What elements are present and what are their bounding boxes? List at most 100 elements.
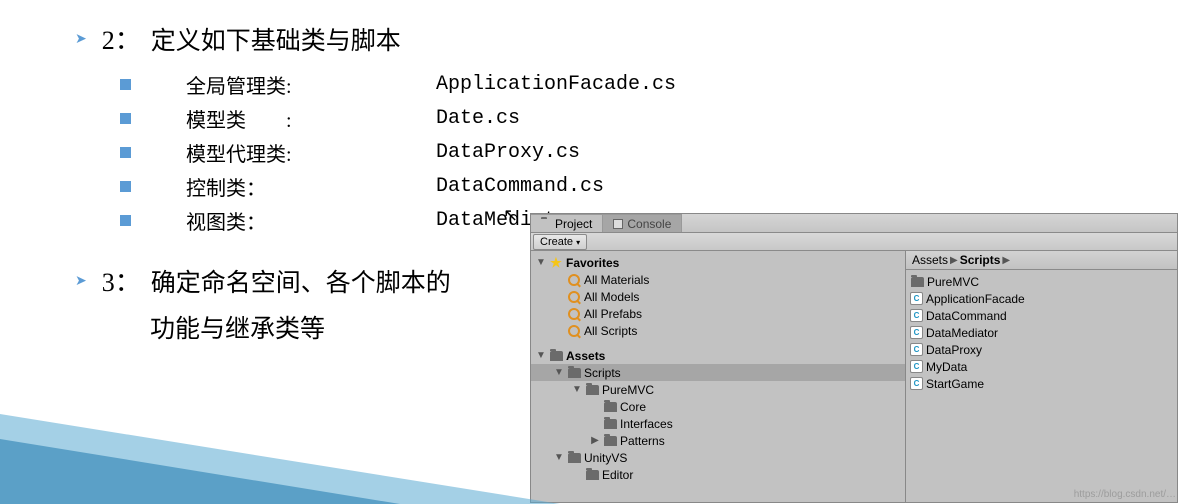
fav-label: All Materials bbox=[584, 273, 649, 287]
favorite-item[interactable]: All Models bbox=[531, 288, 905, 305]
chevron-down-icon: ▼ bbox=[571, 384, 583, 395]
favorites-header[interactable]: ▼ ★ Favorites bbox=[531, 254, 905, 271]
search-icon bbox=[567, 290, 581, 304]
folder-interfaces[interactable]: Interfaces bbox=[531, 415, 905, 432]
cs-script-icon: C bbox=[910, 377, 923, 390]
class-row: 控制类： DataCommand.cs bbox=[120, 169, 1134, 203]
right-pane: Assets ▶ Scripts ▶ PureMVC CApplicationF… bbox=[906, 251, 1177, 502]
bullet-square-icon bbox=[120, 181, 131, 192]
folder-icon bbox=[567, 366, 581, 380]
panel-body: ▼ ★ Favorites All Materials All Models A… bbox=[531, 251, 1177, 502]
section2-number: 2： bbox=[102, 20, 141, 57]
tab-label: Console bbox=[627, 217, 671, 231]
create-button[interactable]: Create ▾ bbox=[533, 234, 587, 250]
create-bar: Create ▾ bbox=[531, 233, 1177, 251]
folder-label: UnityVS bbox=[584, 451, 627, 465]
section3-title: 确定命名空间、各个脚本的 bbox=[151, 263, 451, 299]
star-icon: ★ bbox=[549, 256, 563, 270]
list-item[interactable]: CMyData bbox=[906, 358, 1177, 375]
fav-label: All Prefabs bbox=[584, 307, 642, 321]
bullet-square-icon bbox=[120, 147, 131, 158]
item-label: PureMVC bbox=[927, 275, 979, 289]
chevron-down-icon: ▼ bbox=[553, 367, 565, 378]
favorite-item[interactable]: All Materials bbox=[531, 271, 905, 288]
folder-icon bbox=[603, 434, 617, 448]
class-row: 模型代理类: DataProxy.cs bbox=[120, 135, 1134, 169]
chevron-right-icon: ▶ bbox=[589, 435, 601, 446]
chevron-right-icon: ▶ bbox=[950, 255, 958, 266]
breadcrumb: Assets ▶ Scripts ▶ bbox=[906, 251, 1177, 270]
cursor-icon: ↖ bbox=[503, 205, 518, 226]
decorative-triangle bbox=[0, 439, 400, 504]
section2-heading: ➤ 2： 定义如下基础类与脚本 bbox=[75, 20, 1134, 57]
class-label: 模型代理类: bbox=[186, 138, 436, 167]
folder-icon bbox=[603, 400, 617, 414]
tab-project[interactable]: Project bbox=[531, 214, 603, 232]
favorite-item[interactable]: All Scripts bbox=[531, 322, 905, 339]
favorites-label: Favorites bbox=[566, 256, 619, 270]
class-row: 全局管理类: ApplicationFacade.cs bbox=[120, 67, 1134, 101]
fav-label: All Models bbox=[584, 290, 639, 304]
cs-script-icon: C bbox=[910, 343, 923, 356]
list-item[interactable]: CDataMediator bbox=[906, 324, 1177, 341]
bc-assets[interactable]: Assets bbox=[912, 253, 948, 267]
folder-scripts[interactable]: ▼ Scripts bbox=[531, 364, 905, 381]
list-item[interactable]: CStartGame bbox=[906, 375, 1177, 392]
folder-icon bbox=[910, 275, 924, 289]
bc-scripts[interactable]: Scripts bbox=[960, 253, 1001, 267]
item-label: DataProxy bbox=[926, 343, 982, 357]
search-icon bbox=[567, 273, 581, 287]
class-file: DataProxy.cs bbox=[436, 141, 580, 164]
folder-patterns[interactable]: ▶Patterns bbox=[531, 432, 905, 449]
assets-label: Assets bbox=[566, 349, 605, 363]
watermark: https://blog.csdn.net/… bbox=[1074, 489, 1176, 500]
chevron-right-icon: ▶ bbox=[1002, 255, 1010, 266]
cs-script-icon: C bbox=[910, 360, 923, 373]
folder-tree[interactable]: ▼ ★ Favorites All Materials All Models A… bbox=[531, 251, 906, 502]
chevron-down-icon: ▾ bbox=[576, 238, 580, 247]
class-file: Date.cs bbox=[436, 107, 520, 130]
list-item[interactable]: CApplicationFacade bbox=[906, 290, 1177, 307]
class-file: DataCommand.cs bbox=[436, 175, 604, 198]
bullet-square-icon bbox=[120, 215, 131, 226]
chevron-down-icon: ▼ bbox=[535, 257, 547, 268]
asset-list[interactable]: PureMVC CApplicationFacade CDataCommand … bbox=[906, 270, 1177, 392]
fav-label: All Scripts bbox=[584, 324, 637, 338]
search-icon bbox=[567, 324, 581, 338]
tab-label: Project bbox=[555, 217, 592, 231]
bullet-square-icon bbox=[120, 79, 131, 90]
tab-console[interactable]: Console bbox=[603, 214, 682, 232]
create-label: Create bbox=[540, 236, 573, 248]
tab-bar: Project Console bbox=[531, 214, 1177, 233]
folder-unityvs[interactable]: ▼UnityVS bbox=[531, 449, 905, 466]
class-label: 控制类： bbox=[186, 172, 436, 201]
item-label: ApplicationFacade bbox=[926, 292, 1025, 306]
folder-core[interactable]: Core bbox=[531, 398, 905, 415]
folder-icon bbox=[541, 219, 551, 229]
console-icon bbox=[613, 219, 623, 229]
folder-editor[interactable]: Editor bbox=[531, 466, 905, 483]
section2-title: 定义如下基础类与脚本 bbox=[151, 21, 401, 57]
class-list: 全局管理类: ApplicationFacade.cs 模型类 : Date.c… bbox=[120, 67, 1134, 237]
section3-number: 3： bbox=[102, 262, 141, 299]
folder-icon bbox=[585, 383, 599, 397]
item-label: StartGame bbox=[926, 377, 984, 391]
folder-icon bbox=[585, 468, 599, 482]
list-item[interactable]: CDataProxy bbox=[906, 341, 1177, 358]
chevron-down-icon: ▼ bbox=[535, 350, 547, 361]
folder-icon bbox=[549, 349, 563, 363]
item-label: DataCommand bbox=[926, 309, 1007, 323]
folder-label: Core bbox=[620, 400, 646, 414]
favorite-item[interactable]: All Prefabs bbox=[531, 305, 905, 322]
list-item[interactable]: CDataCommand bbox=[906, 307, 1177, 324]
cs-script-icon: C bbox=[910, 309, 923, 322]
unity-project-panel: Project Console Create ▾ ▼ ★ Favorites A… bbox=[530, 213, 1178, 503]
item-label: DataMediator bbox=[926, 326, 998, 340]
list-item[interactable]: PureMVC bbox=[906, 273, 1177, 290]
bullet-arrow-icon: ➤ bbox=[75, 30, 87, 47]
folder-puremvc[interactable]: ▼PureMVC bbox=[531, 381, 905, 398]
cs-script-icon: C bbox=[910, 292, 923, 305]
assets-header[interactable]: ▼ Assets bbox=[531, 347, 905, 364]
folder-label: Scripts bbox=[584, 366, 621, 380]
class-label: 全局管理类: bbox=[186, 70, 436, 99]
